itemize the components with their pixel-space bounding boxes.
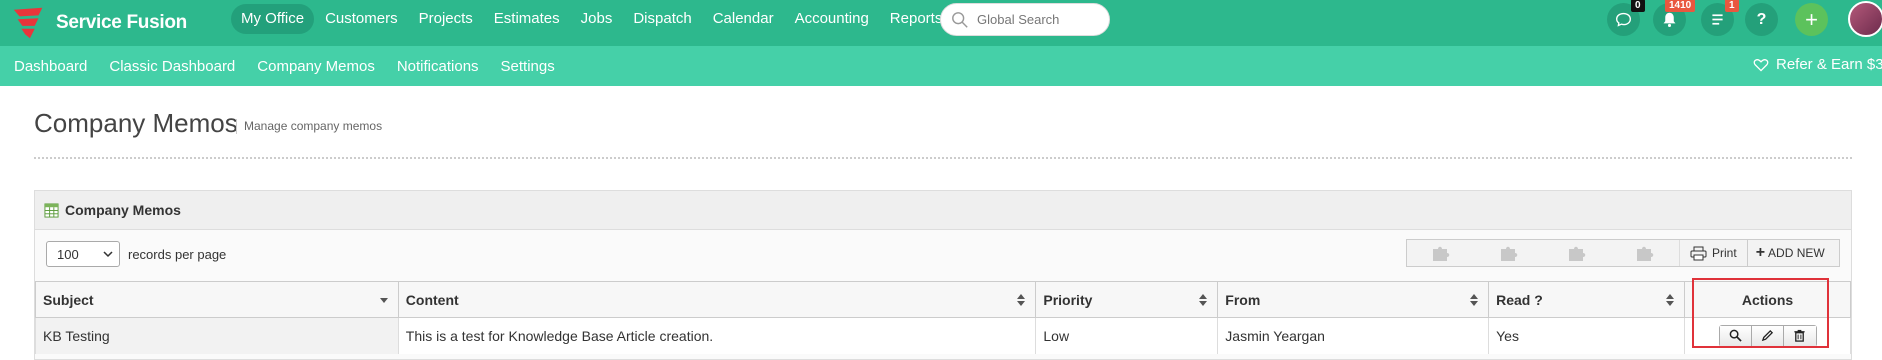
memos-panel: Company Memos 100 records per page Print…	[34, 190, 1852, 360]
global-search-input[interactable]	[977, 12, 1097, 27]
sort-icon	[1199, 294, 1208, 306]
divider	[34, 157, 1852, 159]
cell-content: This is a test for Knowledge Base Articl…	[397, 317, 1037, 354]
refer-earn-label: Refer & Earn $300	[1776, 56, 1882, 73]
memos-table: Subject Content Priority From Read ? Act…	[35, 281, 1851, 354]
plugin-button-3[interactable]	[1543, 240, 1611, 266]
plugin-button-2[interactable]	[1475, 240, 1543, 266]
table-icon	[44, 202, 59, 218]
subnav-item-dashboard[interactable]: Dashboard	[14, 58, 87, 75]
puzzle-icon	[1637, 246, 1654, 261]
column-header-content[interactable]: Content	[397, 281, 1037, 318]
bell-icon	[1663, 12, 1676, 27]
tasks-badge: 1	[1725, 0, 1739, 12]
column-header-read[interactable]: Read ?	[1488, 281, 1686, 318]
help-button[interactable]: ?	[1745, 3, 1778, 36]
records-per-page-select[interactable]: 100	[46, 241, 120, 267]
panel-title: Company Memos	[65, 202, 181, 218]
sort-desc-icon	[379, 298, 388, 303]
nav-item-my-office[interactable]: My Office	[231, 4, 315, 34]
column-header-subject[interactable]: Subject	[35, 281, 399, 318]
table-row: KB Testing This is a test for Knowledge …	[35, 317, 1851, 354]
nav-item-accounting[interactable]: Accounting	[785, 4, 879, 34]
nav-item-estimates[interactable]: Estimates	[484, 4, 570, 34]
service-fusion-logo-icon	[13, 7, 43, 39]
add-new-label: ADD NEW	[1768, 246, 1825, 260]
top-navbar: Service Fusion My Office Customers Proje…	[0, 0, 1882, 46]
table-toolbar: Print + ADD NEW	[1406, 239, 1840, 267]
search-icon	[952, 11, 968, 28]
printer-icon	[1690, 246, 1707, 260]
puzzle-icon	[1569, 246, 1586, 261]
subnav-item-notifications[interactable]: Notifications	[397, 58, 479, 75]
actions-highlight-box	[1692, 278, 1829, 348]
sub-navbar: Dashboard Classic Dashboard Company Memo…	[0, 46, 1882, 86]
sort-icon	[1017, 294, 1026, 306]
global-search[interactable]	[940, 3, 1110, 36]
pagination-controls: 100 records per page	[46, 241, 226, 267]
nav-item-jobs[interactable]: Jobs	[571, 4, 623, 34]
nav-item-calendar[interactable]: Calendar	[703, 4, 784, 34]
help-label: ?	[1756, 10, 1767, 28]
sort-icon	[1470, 294, 1479, 306]
nav-item-dispatch[interactable]: Dispatch	[623, 4, 701, 34]
plugin-button-4[interactable]	[1611, 240, 1679, 266]
chevron-down-icon	[103, 251, 113, 258]
subnav-item-settings[interactable]: Settings	[501, 58, 555, 75]
puzzle-icon	[1501, 246, 1518, 261]
brand-name: Service Fusion	[56, 12, 187, 33]
chat-bubble-icon	[1616, 12, 1631, 27]
nav-item-projects[interactable]: Projects	[409, 4, 483, 34]
main-nav: My Office Customers Projects Estimates J…	[231, 3, 953, 35]
chat-badge: 0	[1631, 0, 1645, 12]
brand-logo[interactable]: Service Fusion	[10, 3, 187, 43]
cell-priority: Low	[1035, 317, 1219, 354]
chat-button[interactable]: 0	[1607, 0, 1645, 36]
plugin-button-1[interactable]	[1407, 240, 1475, 266]
notifications-button[interactable]: 1410	[1653, 0, 1696, 36]
add-new-button[interactable]: + ADD NEW	[1748, 240, 1833, 266]
table-header-row: Subject Content Priority From Read ? Act…	[35, 281, 1851, 318]
plus-icon: +	[1805, 6, 1818, 32]
heart-icon	[1753, 58, 1769, 72]
subnav-item-company-memos[interactable]: Company Memos	[257, 58, 375, 75]
cell-from: Jasmin Yeargan	[1217, 317, 1490, 354]
nav-item-customers[interactable]: Customers	[315, 4, 408, 34]
print-label: Print	[1712, 246, 1737, 260]
page-subtitle: Manage company memos	[236, 119, 382, 134]
cell-subject: KB Testing	[35, 317, 399, 354]
column-header-from[interactable]: From	[1217, 281, 1490, 318]
plus-icon: +	[1755, 244, 1766, 261]
user-avatar[interactable]	[1848, 1, 1882, 37]
print-button[interactable]: Print	[1679, 240, 1748, 266]
sub-nav: Dashboard Classic Dashboard Company Memo…	[14, 46, 577, 86]
column-header-priority[interactable]: Priority	[1035, 281, 1219, 318]
records-per-page-value: 100	[57, 246, 79, 262]
cell-read: Yes	[1488, 317, 1686, 354]
panel-header: Company Memos	[35, 191, 1851, 230]
records-per-page-label: records per page	[128, 246, 227, 262]
list-icon	[1712, 14, 1723, 25]
page-title: Company Memos	[34, 108, 238, 138]
quick-add-button[interactable]: +	[1795, 3, 1828, 36]
tasks-button[interactable]: 1	[1701, 0, 1739, 36]
notifications-badge: 1410	[1665, 0, 1696, 12]
sort-icon	[1666, 294, 1675, 306]
puzzle-icon	[1433, 246, 1450, 261]
refer-earn-link[interactable]: Refer & Earn $300	[1753, 56, 1882, 73]
subnav-item-classic-dashboard[interactable]: Classic Dashboard	[109, 58, 235, 75]
